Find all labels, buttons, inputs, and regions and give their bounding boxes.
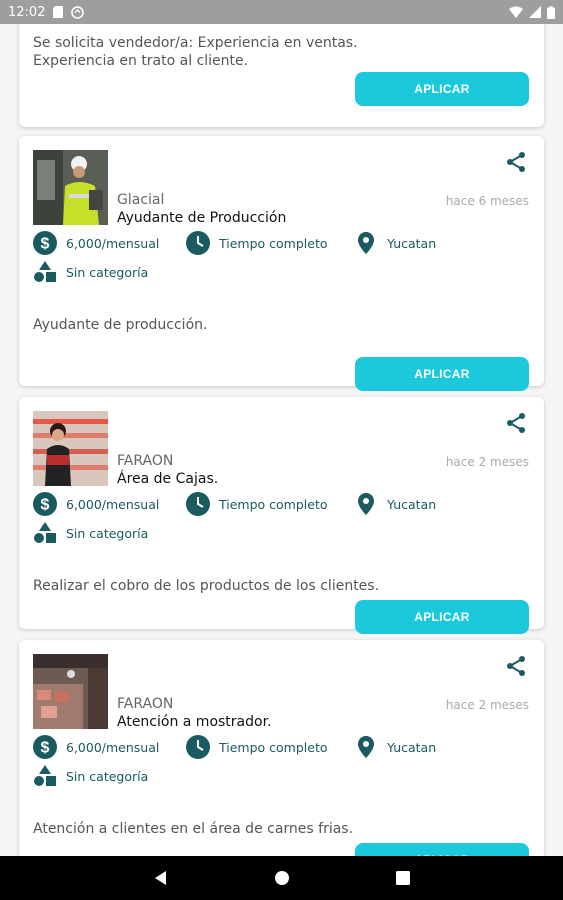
company-name: FARAON [117,453,174,469]
posted-time: hace 6 meses [445,194,529,208]
apply-button[interactable]: APLICAR [355,600,529,634]
job-card[interactable]: FARAON hace 2 meses Atención a mostrador… [19,640,544,856]
job-title: Atención a mostrador. [117,714,272,730]
salary-text: 6,000/mensual [66,235,160,251]
schedule-text: Tiempo completo [219,739,328,755]
recents-icon[interactable] [393,868,413,888]
job-feed[interactable]: Se solicita vendedor/a: Experiencia en v… [0,24,563,856]
salary-text: 6,000/mensual [66,739,160,755]
schedule-text: Tiempo completo [219,496,328,512]
job-card[interactable]: FARAON hace 2 meses Área de Cajas. $ 6,0… [19,397,544,634]
schedule-item: Tiempo completo [186,231,328,255]
share-icon[interactable] [504,654,528,678]
clock-icon [186,735,210,759]
location-pin-icon [358,493,374,515]
home-icon[interactable] [272,868,292,888]
job-meta: $ 6,000/mensual Tiempo completo Yucatan [33,735,533,761]
apply-button[interactable]: APLICAR [355,843,529,856]
category-shapes-icon [34,261,56,282]
category-shapes-icon [34,522,56,543]
apply-button[interactable]: APLICAR [355,72,529,106]
category-item: Sin categoría [33,764,148,788]
location-pin-icon [358,736,374,758]
sync-icon [71,5,85,19]
battery-icon [547,5,555,19]
job-description: Ayudante de producción. [33,317,208,333]
status-time: 12:02 [8,4,46,20]
back-icon[interactable] [151,868,171,888]
job-title: Ayudante de Producción [117,210,287,226]
dollar-icon: $ [33,231,57,255]
company-name: Glacial [117,192,165,208]
category-item: Sin categoría [33,260,148,284]
schedule-item: Tiempo completo [186,735,328,759]
category-shapes-icon [34,765,56,786]
schedule-item: Tiempo completo [186,492,328,516]
job-meta: $ 6,000/mensual Tiempo completo Yucatan [33,492,533,518]
dollar-icon: $ [33,492,57,516]
job-card-partial: Se solicita vendedor/a: Experiencia en v… [19,24,544,127]
salary-item: $ 6,000/mensual [33,231,159,255]
salary-item: $ 6,000/mensual [33,735,159,759]
dollar-icon: $ [33,735,57,759]
category-text: Sin categoría [66,264,149,280]
signal-icon [529,6,541,18]
location-item: Yucatan [354,492,436,516]
clock-icon [186,231,210,255]
clock-icon [186,492,210,516]
category-text: Sin categoría [66,525,149,541]
system-nav-bar [0,856,563,900]
salary-text: 6,000/mensual [66,496,160,512]
share-icon[interactable] [504,411,528,435]
status-bar: 12:02 [0,0,563,24]
location-item: Yucatan [354,231,436,255]
job-card[interactable]: Glacial hace 6 meses Ayudante de Producc… [19,136,544,391]
location-text: Yucatan [387,496,437,512]
location-text: Yucatan [387,235,437,251]
company-photo [33,411,108,486]
company-photo [33,654,108,729]
job-meta: $ 6,000/mensual Tiempo completo Yucatan [33,231,533,257]
salary-item: $ 6,000/mensual [33,492,159,516]
svg-text:$: $ [41,236,50,253]
job-description: Realizar el cobro de los productos de lo… [33,578,380,594]
job-description: Atención a clientes en el área de carnes… [33,821,354,837]
job-title: Área de Cajas. [117,471,219,487]
category-text: Sin categoría [66,768,149,784]
apply-button[interactable]: APLICAR [355,357,529,391]
share-icon[interactable] [504,150,528,174]
svg-text:$: $ [41,740,50,757]
company-name: FARAON [117,696,174,712]
posted-time: hace 2 meses [445,698,529,712]
job-description: Se solicita vendedor/a: Experiencia en v… [33,35,358,69]
schedule-text: Tiempo completo [219,235,328,251]
wifi-icon [509,6,523,18]
location-pin-icon [358,232,374,254]
sd-card-icon [53,6,64,18]
location-text: Yucatan [387,739,437,755]
posted-time: hace 2 meses [445,455,529,469]
category-item: Sin categoría [33,521,148,545]
company-photo [33,150,108,225]
location-item: Yucatan [354,735,436,759]
svg-text:$: $ [41,497,50,514]
